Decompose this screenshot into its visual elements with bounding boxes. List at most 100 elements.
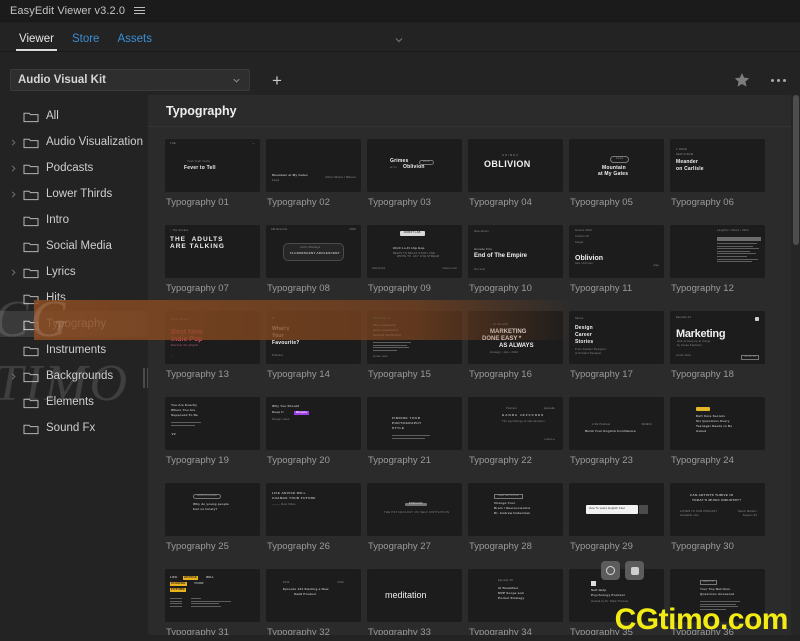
- asset-card[interactable]: HEALTH Your Top Nutrition Questions Answ…: [667, 569, 768, 635]
- chevron-down-icon[interactable]: [394, 35, 404, 45]
- asset-card[interactable]: Mountain at My Gates Foals Album Where I…: [263, 139, 364, 214]
- asset-card[interactable]: THE — Yeah Yeah Yeahs Fever to Tell Typo…: [162, 139, 263, 214]
- expand-arrow-icon[interactable]: [6, 369, 20, 383]
- asset-card[interactable]: Series Design Career Stories From Studen…: [566, 311, 667, 386]
- sidebar-item-instruments[interactable]: Instruments: [0, 337, 148, 363]
- asset-thumbnail[interactable]: LIVE Podcast S04E01 Build Your English C…: [569, 397, 664, 450]
- asset-thumbnail[interactable]: THE — Yeah Yeah Yeahs Fever to Tell: [165, 139, 260, 192]
- asset-thumbnail[interactable]: G R I M E S OBLIVION: [468, 139, 563, 192]
- asset-thumbnail[interactable]: You Are Exactly Where You Are Supposed T…: [165, 397, 260, 450]
- asset-card[interactable]: meditation Typography 33: [364, 569, 465, 635]
- sidebar-item-intro[interactable]: Intro: [0, 207, 148, 233]
- add-kit-button[interactable]: +: [267, 70, 287, 90]
- tab-assets[interactable]: Assets: [108, 33, 161, 51]
- expand-arrow-icon[interactable]: [6, 265, 20, 279]
- asset-card[interactable]: #134 2022 Episode 134 Starting a New Saa…: [263, 569, 364, 635]
- asset-card[interactable]: ROBOT LAB Chill Lo-Fi Hip Hop BEATS TO R…: [364, 225, 465, 300]
- asset-card[interactable]: Grimes 2012 Visions LP Single Oblivion 4…: [566, 225, 667, 300]
- asset-card[interactable]: ✺ What's Your Favourite? Podcast Typogra…: [263, 311, 364, 386]
- asset-thumbnail[interactable]: New Album Arcade Fire End of The Empire …: [468, 225, 563, 278]
- asset-thumbnail[interactable]: Daft Cute Secrets Six Questions Every Te…: [670, 397, 765, 450]
- asset-card[interactable]: Laughter / Music / 2022 Typography 12: [667, 225, 768, 300]
- asset-card[interactable]: LIFE ADVICE WILL CHANGE YOUR FUTURE ——— …: [263, 483, 364, 558]
- content-scrollbar[interactable]: [791, 95, 800, 635]
- asset-thumbnail[interactable]: How To Learn English Fast: [569, 483, 664, 536]
- asset-card[interactable]: C WAVE NEW ALBUM Meander on Carlisle Typ…: [667, 139, 768, 214]
- asset-thumbnail[interactable]: FINDING YOUR PHOTOGRAPHY STYLE: [367, 397, 462, 450]
- asset-thumbnail[interactable]: LIFE ADVICE WILL CHANGE YOUR FUTURE: [165, 569, 260, 622]
- sidebar-item-hits[interactable]: Hits: [0, 285, 148, 311]
- asset-thumbnail[interactable]: CAN ARTISTS THRIVE IN TODAY'S MUSIC INDU…: [670, 483, 765, 536]
- asset-thumbnail[interactable]: PODCAST THE PSYCHOLOGY OF SELF MOTIVATIO…: [367, 483, 462, 536]
- sidebar-item-lyrics[interactable]: Lyrics: [0, 259, 148, 285]
- asset-thumbnail[interactable]: Grimes 2012 Visions LP Single Oblivion 4…: [569, 225, 664, 278]
- asset-thumbnail[interactable]: NEW EPISODE Change Your Brain / Neurosci…: [468, 483, 563, 536]
- asset-thumbnail[interactable]: AM Records 2006 Arctic Monkeys FLUORESCE…: [266, 225, 361, 278]
- asset-thumbnail[interactable]: Laughter / Music / 2022: [670, 225, 765, 278]
- preview-icon[interactable]: [601, 561, 620, 580]
- asset-thumbnail[interactable]: Grimes 2012 art is Oblivion: [367, 139, 462, 192]
- asset-thumbnail[interactable]: Mountain at My Gates Foals Album Where I…: [266, 139, 361, 192]
- sidebar-item-sound-fx[interactable]: Sound Fx: [0, 415, 148, 441]
- asset-thumbnail[interactable]: ↑ The Strokes THE ADULTS ARE TALKING: [165, 225, 260, 278]
- sidebar-item-elements[interactable]: Elements: [0, 389, 148, 415]
- asset-thumbnail[interactable]: Podcast Episode HANNA JEFFCOES The psych…: [468, 397, 563, 450]
- asset-card[interactable]: You Are Exactly Where You Are Supposed T…: [162, 397, 263, 472]
- asset-thumbnail[interactable]: Foals Mountain at My Gates: [569, 139, 664, 192]
- asset-thumbnail[interactable]: Episode 04 Marketing How to keep up at t…: [670, 311, 765, 364]
- sidebar-item-typography[interactable]: Typography: [0, 311, 148, 337]
- scrollbar-thumb[interactable]: [793, 95, 799, 245]
- asset-card[interactable]: Self-Help Psychology Podcast Hosted by D…: [566, 561, 667, 635]
- asset-card[interactable]: EPISODE 12 The creativity and community …: [364, 311, 465, 386]
- asset-card[interactable]: on the web MARKETING DONE EASY * AS ALWA…: [465, 311, 566, 386]
- asset-thumbnail[interactable]: #Mental Health Why do young people feel …: [165, 483, 260, 536]
- sidebar-item-all[interactable]: All: [0, 103, 148, 129]
- asset-card[interactable]: How To Learn English Fast Typography 29: [566, 483, 667, 558]
- sidebar-item-social-media[interactable]: Social Media: [0, 233, 148, 259]
- asset-card[interactable]: LIFE ADVICE WILL CHANGE YOUR FUTURE Typo…: [162, 569, 263, 635]
- add-to-timeline-icon[interactable]: [625, 561, 644, 580]
- asset-thumbnail[interactable]: C WAVE NEW ALBUM Meander on Carlisle: [670, 139, 765, 192]
- sidebar-item-podcasts[interactable]: Podcasts: [0, 155, 148, 181]
- asset-card[interactable]: Foals Mountain at My Gates Typography 05: [566, 139, 667, 214]
- asset-thumbnail[interactable]: Series Design Career Stories From Studen…: [569, 311, 664, 364]
- asset-thumbnail[interactable]: Episode 66 AI Breakfast MVP Scope and Po…: [468, 569, 563, 622]
- asset-card[interactable]: Grimes 2012 art is Oblivion Typography 0…: [364, 139, 465, 214]
- expand-arrow-icon[interactable]: [6, 161, 20, 175]
- asset-thumbnail[interactable]: Why You Should Keep It Simple Design not…: [266, 397, 361, 450]
- asset-card[interactable]: FINDING YOUR PHOTOGRAPHY STYLE Typograph…: [364, 397, 465, 472]
- expand-arrow-icon[interactable]: [6, 187, 20, 201]
- sidebar-item-audio-visualization[interactable]: Audio Visualization: [0, 129, 148, 155]
- asset-card[interactable]: Daft Cute Secrets Six Questions Every Te…: [667, 397, 768, 472]
- asset-card[interactable]: #Mental Health Why do young people feel …: [162, 483, 263, 558]
- asset-thumbnail[interactable]: Music Weekly Best New Indie Pop Discover…: [165, 311, 260, 364]
- asset-thumbnail[interactable]: ROBOT LAB Chill Lo-Fi Hip Hop BEATS TO R…: [367, 225, 462, 278]
- kit-select[interactable]: Audio Visual Kit: [10, 69, 250, 91]
- asset-card[interactable]: G R I M E S OBLIVION Typography 04: [465, 139, 566, 214]
- asset-card[interactable]: ↑ The Strokes THE ADULTS ARE TALKING Typ…: [162, 225, 263, 300]
- tab-viewer[interactable]: Viewer: [10, 33, 63, 51]
- asset-card[interactable]: Episode 04 Marketing How to keep up at t…: [667, 311, 768, 386]
- asset-card[interactable]: Episode 66 AI Breakfast MVP Scope and Po…: [465, 569, 566, 635]
- sidebar-item-backgrounds[interactable]: Backgrounds: [0, 363, 148, 389]
- asset-thumbnail[interactable]: ✺ What's Your Favourite? Podcast: [266, 311, 361, 364]
- asset-thumbnail[interactable]: HEALTH Your Top Nutrition Questions Answ…: [670, 569, 765, 622]
- thumbnail-hover-actions[interactable]: [601, 561, 644, 580]
- asset-card[interactable]: Podcast Episode HANNA JEFFCOES The psych…: [465, 397, 566, 472]
- asset-thumbnail[interactable]: on the web MARKETING DONE EASY * AS ALWA…: [468, 311, 563, 364]
- asset-card[interactable]: LIVE Podcast S04E01 Build Your English C…: [566, 397, 667, 472]
- asset-card[interactable]: New Album Arcade Fire End of The Empire …: [465, 225, 566, 300]
- sidebar-item-lower-thirds[interactable]: Lower Thirds: [0, 181, 148, 207]
- asset-card[interactable]: NEW EPISODE Change Your Brain / Neurosci…: [465, 483, 566, 558]
- asset-card[interactable]: Music Weekly Best New Indie Pop Discover…: [162, 311, 263, 386]
- asset-card[interactable]: PODCAST THE PSYCHOLOGY OF SELF MOTIVATIO…: [364, 483, 465, 558]
- more-options-icon[interactable]: [771, 78, 786, 82]
- asset-card[interactable]: CAN ARTISTS THRIVE IN TODAY'S MUSIC INDU…: [667, 483, 768, 558]
- hamburger-menu-icon[interactable]: [134, 4, 147, 17]
- asset-thumbnail[interactable]: #134 2022 Episode 134 Starting a New Saa…: [266, 569, 361, 622]
- asset-card[interactable]: Why You Should Keep It Simple Design not…: [263, 397, 364, 472]
- asset-thumbnail[interactable]: meditation: [367, 569, 462, 622]
- asset-thumbnail[interactable]: LIFE ADVICE WILL CHANGE YOUR FUTURE ——— …: [266, 483, 361, 536]
- asset-card[interactable]: AM Records 2006 Arctic Monkeys FLUORESCE…: [263, 225, 364, 300]
- expand-arrow-icon[interactable]: [6, 135, 20, 149]
